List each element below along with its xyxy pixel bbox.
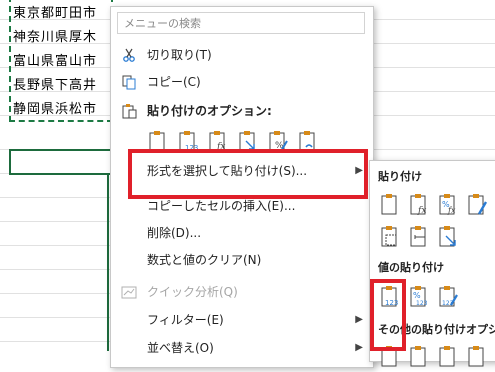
paste-options-header: 貼り付けのオプション:	[111, 99, 373, 123]
svg-text:fx: fx	[447, 206, 456, 215]
menu-section-label: 貼り付けのオプション:	[147, 104, 272, 118]
highlight-paste-values	[370, 279, 406, 351]
svg-text:%: %	[413, 291, 421, 300]
column-edge	[107, 175, 109, 351]
menu-item-label: フィルター(E)	[147, 313, 224, 327]
paste-formulas-number-format-icon[interactable]: % fx	[436, 191, 460, 217]
paste-values-source-formatting-icon[interactable]: 123	[436, 283, 460, 309]
svg-text:123: 123	[416, 300, 428, 307]
scissors-icon	[121, 47, 137, 63]
paste-no-borders-icon[interactable]	[378, 223, 402, 249]
paste-clipboard-icon	[121, 103, 137, 119]
menu-item-copy[interactable]: コピー(C)	[111, 70, 373, 94]
paste-keep-column-widths-icon[interactable]	[407, 223, 431, 249]
menu-item-clear-contents[interactable]: 数式と値のクリア(N)	[111, 248, 373, 272]
paste-picture-icon[interactable]	[436, 343, 460, 369]
menu-item-label: 切り取り(T)	[147, 48, 212, 62]
highlight-paste-special	[128, 149, 368, 199]
menu-item-filter[interactable]: フィルター(E) ▶	[111, 308, 373, 332]
paste-transpose-icon[interactable]	[436, 223, 460, 249]
menu-item-delete[interactable]: 削除(D)...	[111, 221, 373, 245]
menu-item-label: クイック分析(Q)	[147, 285, 238, 299]
menu-item-label: 並べ替え(O)	[147, 341, 214, 355]
svg-text:fx: fx	[417, 206, 426, 216]
submenu-section-paste: 貼り付け	[378, 170, 422, 183]
paste-icon[interactable]	[378, 191, 402, 217]
active-cell[interactable]	[9, 149, 113, 175]
menu-item-label: 数式と値のクリア(N)	[147, 253, 262, 267]
paste-formulas-icon[interactable]: fx	[407, 191, 431, 217]
paste-link-icon[interactable]	[407, 343, 431, 369]
menu-item-quick-analysis: クイック分析(Q)	[111, 280, 373, 304]
paste-values-number-format-icon[interactable]: % 123	[407, 283, 431, 309]
copy-selection-marquee	[9, 0, 113, 122]
menu-item-label: 削除(D)...	[147, 226, 202, 240]
submenu-arrow-icon: ▶	[355, 314, 363, 325]
quick-analysis-icon	[121, 284, 137, 300]
menu-item-sort[interactable]: 並べ替え(O) ▶	[111, 336, 373, 360]
submenu-section-paste-values: 値の貼り付け	[378, 261, 444, 274]
menu-search-input[interactable]: メニューの検索	[117, 12, 365, 34]
copy-icon	[121, 74, 137, 90]
menu-item-label: コピー(C)	[147, 75, 201, 89]
paste-keep-source-formatting-icon[interactable]	[465, 191, 489, 217]
submenu-arrow-icon: ▶	[355, 342, 363, 353]
menu-item-cut[interactable]: 切り取り(T)	[111, 43, 373, 67]
paste-linked-picture-icon[interactable]	[465, 343, 489, 369]
